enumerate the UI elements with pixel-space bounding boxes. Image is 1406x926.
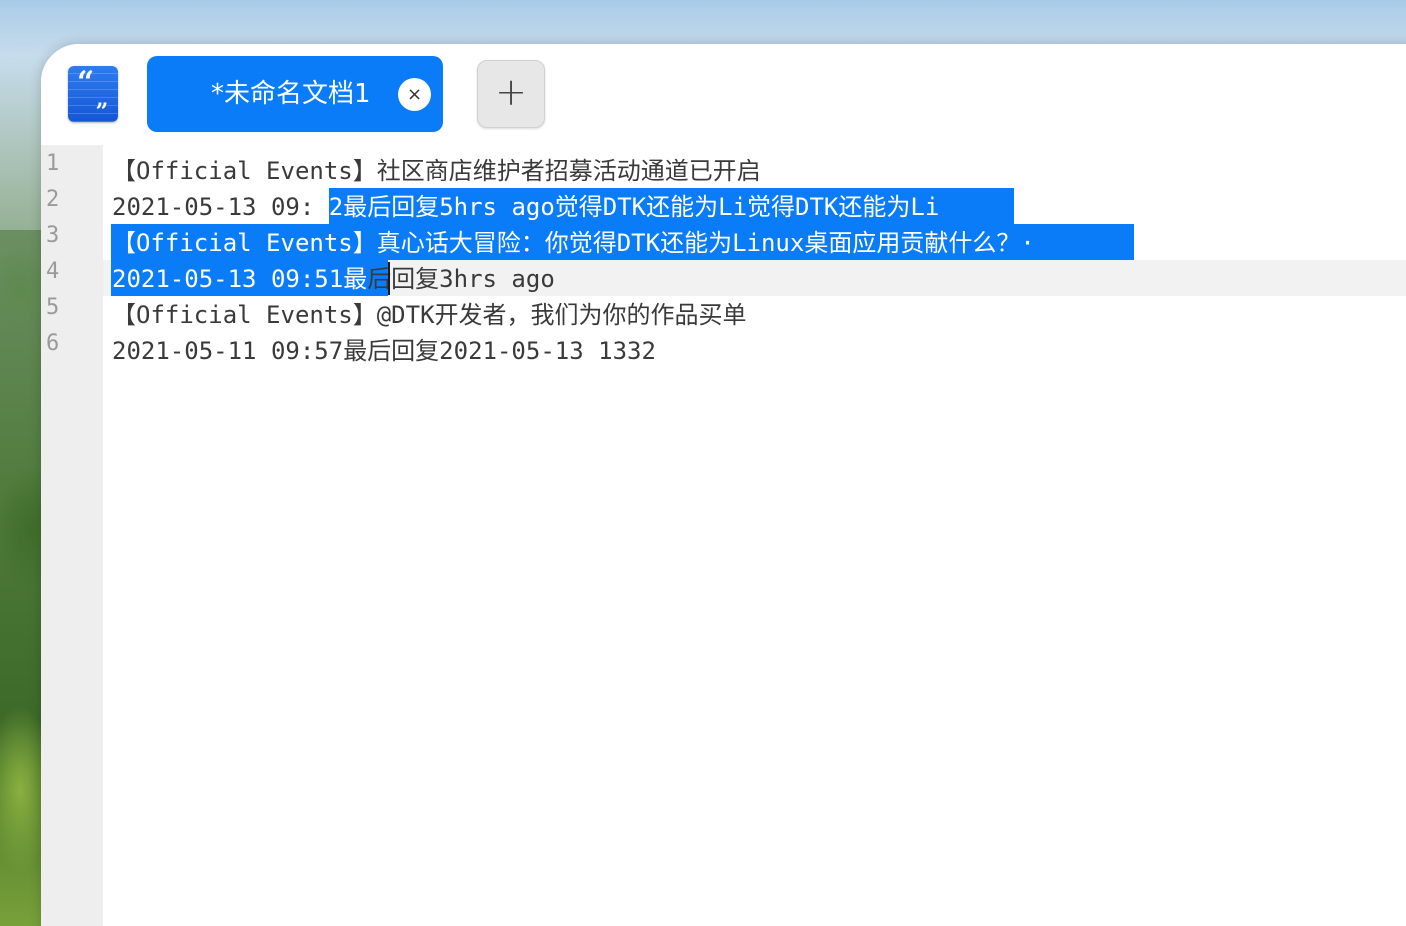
line-number: 4 (46, 259, 60, 284)
tab-label: *未命名文档1 (211, 79, 371, 109)
selected-text: 52最后回复5hrs ago觉得DTK还能为Li觉得DTK还能为Li (314, 193, 954, 221)
code-line-1: 【Official Events】社区商店维护者招募活动通道已开启 (112, 153, 761, 189)
selected-text: 2021-05-13 09:51最 (112, 265, 368, 293)
app-icon: “ „ (68, 66, 118, 122)
line-text: 2021-05-11 09:57最后回复2021-05-13 1332 (112, 337, 656, 365)
line-number-gutter: 1 2 3 4 5 6 (41, 145, 103, 926)
selected-text: 【Official Events】真心话大冒险：你觉得DTK还能为Linux桌面… (112, 229, 1050, 257)
tab-close-icon[interactable]: × (398, 78, 431, 111)
tab-untitled-document-1[interactable]: *未命名文档1 × (147, 56, 443, 132)
title-bar: “ „ *未命名文档1 × + (41, 44, 1406, 145)
text-cursor (388, 262, 390, 295)
code-line-4: 2021-05-13 09:51最后回复3hrs ago (112, 261, 555, 297)
text-editor-window: “ „ *未命名文档1 × + 1 2 3 4 5 6 【Official Ev… (41, 44, 1406, 926)
line-number: 2 (46, 187, 60, 212)
line-text: 后回复3hrs ago (367, 265, 555, 293)
line-text: 【Official Events】@DTK开发者，我们为你的作品买单 (112, 301, 747, 329)
code-line-5: 【Official Events】@DTK开发者，我们为你的作品买单 (112, 297, 747, 333)
quote-open-icon: “ (77, 66, 95, 100)
code-line-2: 2021-05-13 09:52最后回复5hrs ago觉得DTK还能为Li觉得… (112, 189, 954, 225)
line-number: 6 (46, 331, 60, 356)
code-line-3: 【Official Events】真心话大冒险：你觉得DTK还能为Linux桌面… (112, 225, 1049, 261)
editor-area[interactable]: 1 2 3 4 5 6 【Official Events】社区商店维护者招募活动… (41, 145, 1406, 926)
line-text: 【Official Events】社区商店维护者招募活动通道已开启 (112, 157, 761, 185)
line-number: 1 (46, 151, 60, 176)
quote-close-icon: „ (96, 86, 109, 112)
line-text: 2021-05-13 09: (112, 193, 315, 221)
line-number: 3 (46, 223, 60, 248)
code-line-6: 2021-05-11 09:57最后回复2021-05-13 1332 (112, 333, 656, 369)
line-number: 5 (46, 295, 60, 320)
new-tab-button[interactable]: + (477, 60, 545, 128)
